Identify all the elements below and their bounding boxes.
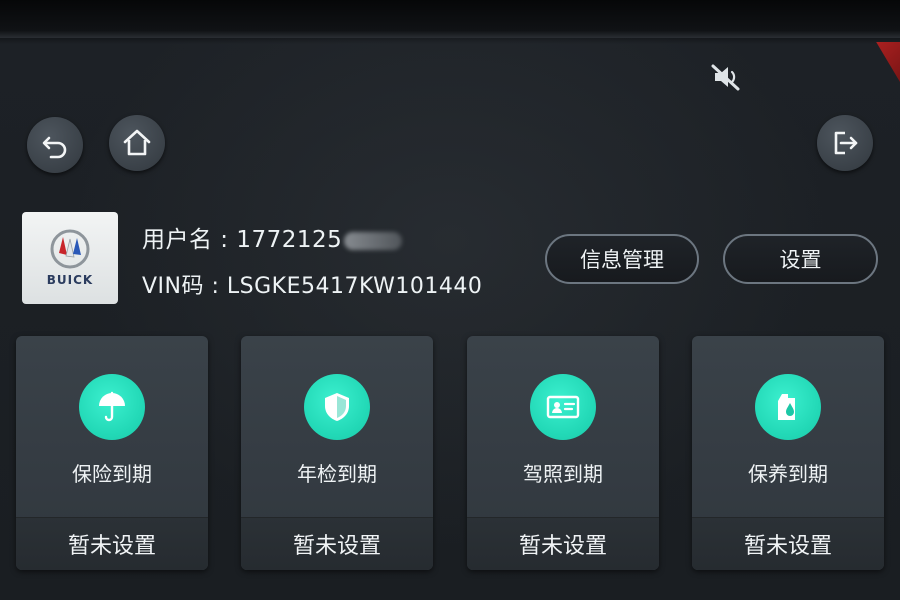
card-status[interactable]: 暂未设置 <box>467 517 659 570</box>
inspection-expiry-card[interactable]: 年检到期 暂未设置 <box>241 336 433 570</box>
card-status[interactable]: 暂未设置 <box>16 517 208 570</box>
redacted-mask <box>344 231 403 250</box>
vin-label: VIN码 : <box>142 274 227 299</box>
exit-button[interactable] <box>817 115 873 171</box>
buick-shield-icon <box>50 229 90 269</box>
back-arrow-icon <box>40 130 70 160</box>
card-title: 保养到期 <box>748 462 828 486</box>
card-status[interactable]: 暂未设置 <box>692 517 884 570</box>
oil-bottle-icon <box>755 374 821 440</box>
settings-button[interactable]: 设置 <box>723 234 878 284</box>
vin-value: LSGKE5417KW101440 <box>226 274 483 299</box>
shield-icon <box>304 374 370 440</box>
card-status[interactable]: 暂未设置 <box>241 517 433 570</box>
brand-logo: BUICK <box>22 212 118 304</box>
screen-bezel <box>0 0 900 38</box>
vin-line: VIN码 : LSGKE5417KW101440 <box>142 268 482 300</box>
logo-text: BUICK <box>46 273 94 287</box>
exit-icon <box>830 128 860 158</box>
home-icon <box>121 127 153 159</box>
insurance-expiry-card[interactable]: 保险到期 暂未设置 <box>16 336 208 570</box>
screen: BUICK 用户名 : 1772125 VIN码 : LSGKE5417KW10… <box>0 0 900 600</box>
card-title: 保险到期 <box>72 462 152 486</box>
card-title: 驾照到期 <box>523 462 603 486</box>
home-button[interactable] <box>109 115 165 171</box>
license-expiry-card[interactable]: 驾照到期 暂未设置 <box>467 336 659 570</box>
card-title: 年检到期 <box>297 462 377 486</box>
username-label: 用户名 : <box>142 227 237 253</box>
maintenance-expiry-card[interactable]: 保养到期 暂未设置 <box>692 336 884 570</box>
info-manage-button[interactable]: 信息管理 <box>545 234 699 284</box>
id-card-icon <box>530 374 596 440</box>
username-value: 1772125 <box>236 227 343 253</box>
mute-icon[interactable] <box>710 62 742 92</box>
back-button[interactable] <box>27 117 83 173</box>
umbrella-icon <box>79 374 145 440</box>
username-line: 用户名 : 1772125 <box>142 220 403 254</box>
red-trim <box>876 42 900 82</box>
